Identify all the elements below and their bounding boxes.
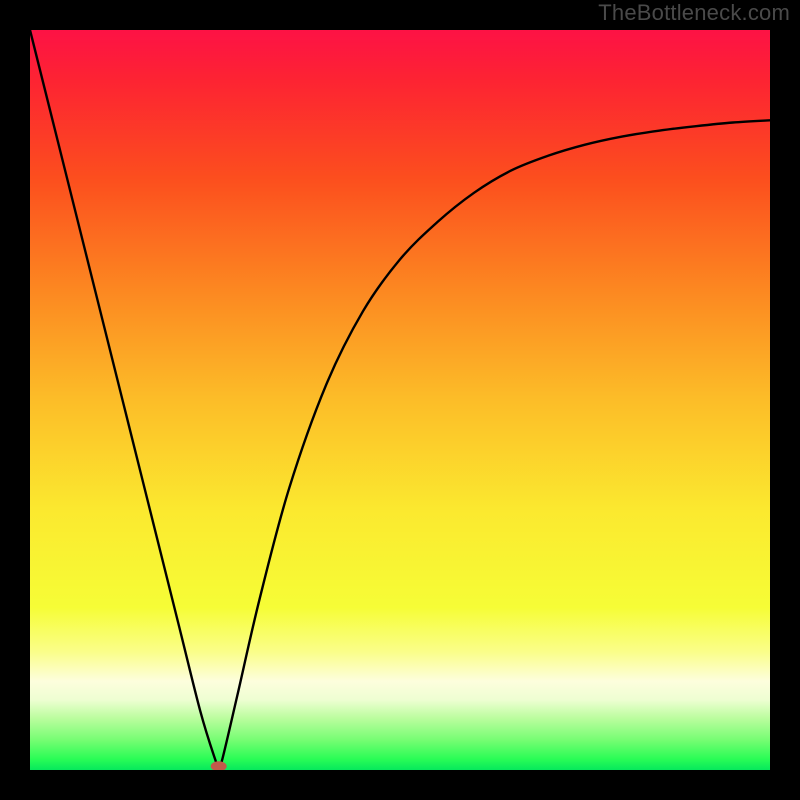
plot-area [30, 30, 770, 770]
gradient-background [30, 30, 770, 770]
attribution-text: TheBottleneck.com [598, 0, 790, 26]
chart-frame: TheBottleneck.com [0, 0, 800, 800]
bottleneck-chart [30, 30, 770, 770]
